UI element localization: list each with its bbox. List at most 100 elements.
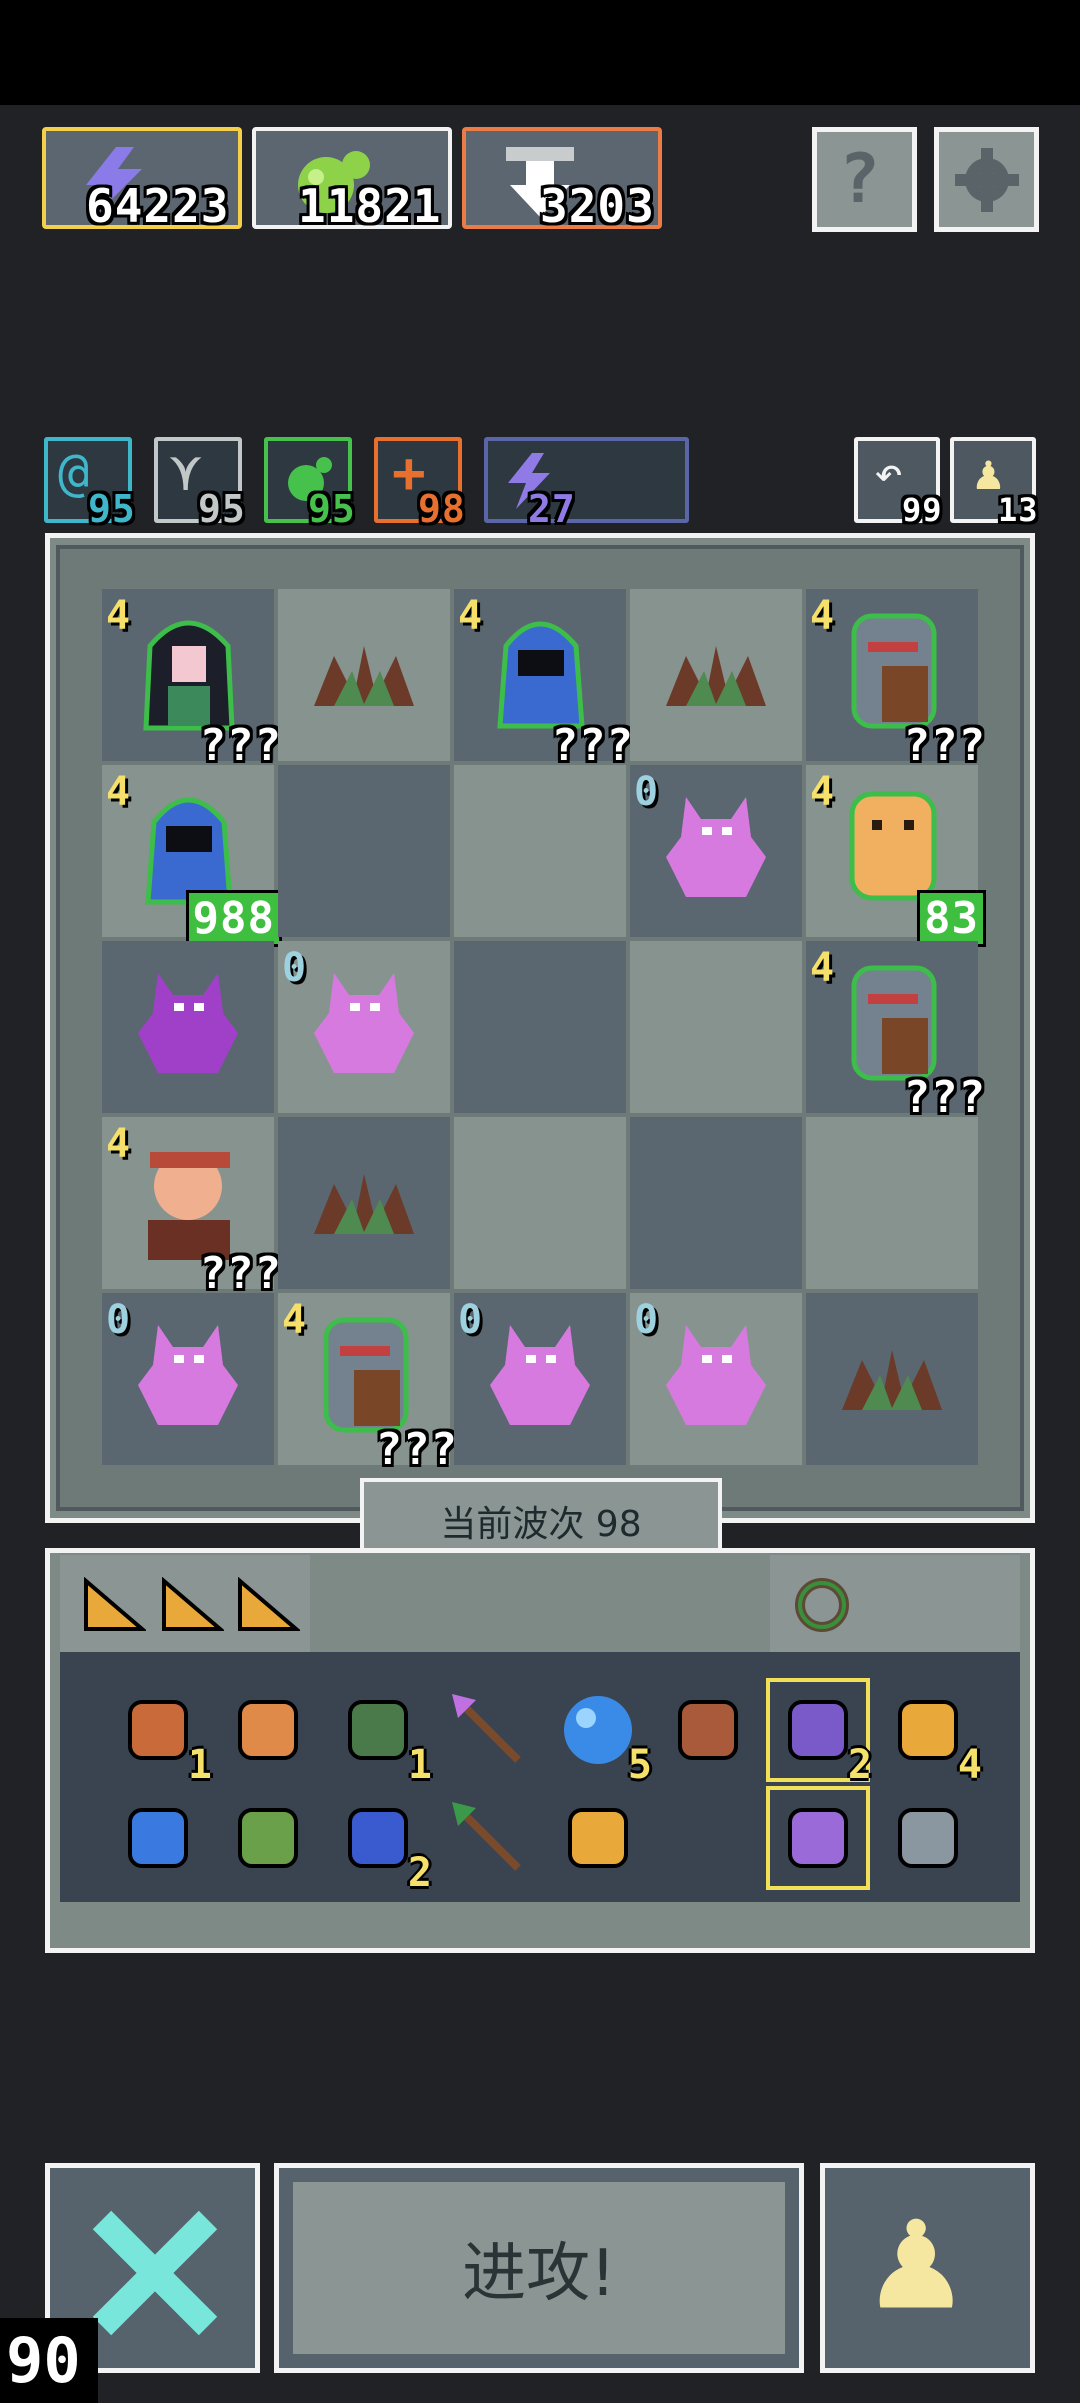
knight-unit [300,1311,428,1439]
wind-item[interactable] [110,1790,206,1886]
board-cell[interactable]: 4??? [806,941,985,1123]
plant-unit [828,1311,956,1439]
staff-item[interactable] [766,1786,870,1890]
board-cell[interactable] [806,1117,978,1289]
board-cell[interactable]: 4 988 [102,765,282,947]
unit-level: 0 [634,769,659,815]
ring-tab[interactable] [770,1555,1020,1655]
board-cell[interactable] [278,1117,450,1289]
gear-icon [955,148,1019,212]
fps-value: 90 [6,2324,81,2397]
item-count: 2 [847,1742,872,1788]
board-cell[interactable]: 4??? [454,589,633,771]
item-count: 2 [407,1850,432,1896]
demon-dark-unit [124,959,252,1087]
inventory-row: 2 [110,1786,990,1896]
bird-icon: ⋎ [170,443,202,503]
wedge-icon[interactable] [236,1577,300,1633]
unit-level: 4 [106,593,131,639]
lantern-item[interactable]: 1 [110,1682,212,1788]
plant-unit [652,607,780,735]
warrior-unit [124,1135,252,1263]
stat-value: 27 [528,487,576,531]
cross-icon [92,2210,218,2336]
stat-swirl: @ 95 [44,437,135,531]
blue-orb-item[interactable]: 5 [550,1682,652,1788]
stat-orange: + 98 [374,437,465,531]
empty-slot[interactable] [660,1790,756,1886]
ring-slot-icon [795,1578,849,1632]
hourglass-item[interactable]: 2 [330,1790,432,1896]
armor-item[interactable] [220,1682,316,1778]
help-button[interactable]: ? [812,127,917,232]
arrow-green-item[interactable] [440,1790,536,1886]
item-count: 5 [627,1742,652,1788]
board-cell[interactable]: 4??? [278,1293,457,1475]
board-cell[interactable] [454,941,626,1113]
arrow-purple-item[interactable] [440,1682,536,1778]
ring-item[interactable]: 4 [880,1682,982,1788]
stat-value: 95 [198,487,246,531]
goblin-item[interactable]: 1 [330,1682,432,1788]
green-value: 11821 [298,179,442,233]
feather-item[interactable] [660,1682,756,1778]
wedge-icon[interactable] [160,1577,224,1633]
board-cell[interactable] [102,941,274,1113]
unit-count: 988 [185,890,282,947]
unit-level: 0 [106,1297,131,1343]
refresh-icon: ↶ [874,445,903,501]
chest-monster-item[interactable] [220,1790,316,1886]
lever-item[interactable] [880,1790,976,1886]
item-count: 1 [187,1742,212,1788]
stat-value: 95 [308,487,356,531]
board-cell[interactable] [630,589,802,761]
inventory-row: 1 1 5 2 4 [110,1678,990,1788]
unit-level: 4 [282,1297,307,1343]
wedge-icon[interactable] [82,1577,146,1633]
board-cell[interactable] [630,1117,802,1289]
pawn-count: 13 [998,491,1039,529]
board-cell[interactable]: 4 83 [806,765,986,947]
unit-level: 4 [810,769,835,815]
board-cell[interactable]: 0 [102,1293,274,1465]
key-item[interactable] [550,1790,646,1886]
unit-level: 4 [106,1121,131,1167]
refresh-counter[interactable]: ↶ 99 [854,437,942,529]
hero-girl-unit [124,607,252,735]
demon-unit [124,1311,252,1439]
board-grid: 4??? 4??? 4??? 4 988 0 4 83 0 4??? 4??? 0 4??? 0 0 [102,589,986,1475]
board-cell[interactable] [454,765,626,937]
item-count: 1 [407,1742,432,1788]
board-cell[interactable]: 4??? [806,589,985,771]
board-cell[interactable]: 0 [454,1293,626,1465]
unit-level: 0 [458,1297,483,1343]
unit-count: ??? [375,1424,458,1475]
board-cell[interactable]: 4??? [102,589,281,771]
inventory-tabs [60,1555,310,1655]
inventory-grid: 1 1 5 2 4 2 [60,1652,1020,1902]
potion-item[interactable]: 2 [766,1678,872,1788]
energy-resource: 64223 [42,127,242,233]
stat-value: 95 [88,487,136,531]
unit-level: 4 [458,593,483,639]
arrow-value: 3203 [540,179,655,233]
board-cell[interactable] [278,589,450,761]
settings-button[interactable] [934,127,1039,232]
pawn-button[interactable]: ♟ [820,2163,1035,2373]
board-cell[interactable] [806,1293,978,1465]
attack-button[interactable]: 进攻! [274,2163,804,2373]
board-cell[interactable] [454,1117,626,1289]
board-cell[interactable]: 0 [630,1293,802,1465]
board-cell[interactable]: 0 [278,941,450,1113]
pawn-counter[interactable]: ♟ 13 [950,437,1038,529]
knight-unit [828,959,956,1087]
green-resource: 11821 [252,127,452,233]
demon-unit [476,1311,604,1439]
board-cell[interactable] [630,941,802,1113]
unit-count: ??? [551,720,634,771]
board-cell[interactable] [278,765,450,937]
board-cell[interactable]: 4??? [102,1117,281,1299]
refresh-count: 99 [902,491,943,529]
board-cell[interactable]: 0 [630,765,802,937]
attack-label: 进攻! [293,2182,785,2354]
